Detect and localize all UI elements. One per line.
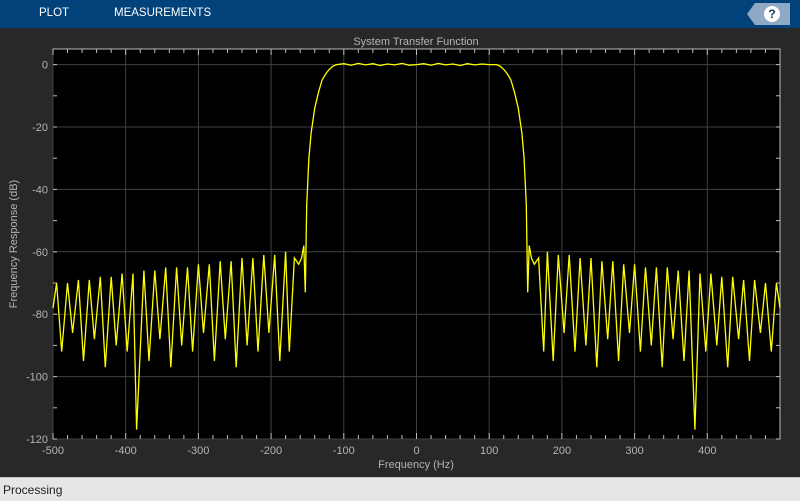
y-tick-label: -40 (32, 184, 48, 196)
y-tick-label: -120 (26, 434, 48, 446)
x-tick-label: 200 (553, 445, 571, 457)
x-tick-label: -400 (115, 445, 137, 457)
y-tick-label: -60 (32, 247, 48, 259)
help-button[interactable]: ? (747, 3, 790, 25)
y-tick-label: -20 (32, 122, 48, 134)
y-tick-label: -80 (32, 309, 48, 321)
y-tick-label: -100 (26, 372, 48, 384)
x-tick-label: 0 (413, 445, 419, 457)
transfer-function-chart: System Transfer Function -500 -400 -300 -20… (8, 36, 781, 471)
x-tick-label: 100 (480, 445, 498, 457)
status-text: Processing (3, 483, 63, 497)
status-bar: Processing (0, 477, 800, 501)
toolstrip: PLOT MEASUREMENTS ? (0, 0, 800, 28)
x-tick-label: -100 (333, 445, 355, 457)
x-tick-label: -500 (42, 445, 64, 457)
tab-plot[interactable]: PLOT (39, 7, 69, 19)
tab-measurements[interactable]: MEASUREMENTS (114, 7, 211, 19)
x-axis-label: Frequency (Hz) (378, 459, 454, 471)
help-icon: ? (764, 6, 780, 22)
x-tick-label: 400 (698, 445, 716, 457)
chart-title: System Transfer Function (353, 36, 478, 48)
y-axis-label: Frequency Response (dB) (8, 180, 20, 308)
y-tick-label: 0 (42, 60, 48, 72)
x-tick-label: -200 (260, 445, 282, 457)
x-tick-label: 300 (625, 445, 643, 457)
x-tick-label: -300 (187, 445, 209, 457)
